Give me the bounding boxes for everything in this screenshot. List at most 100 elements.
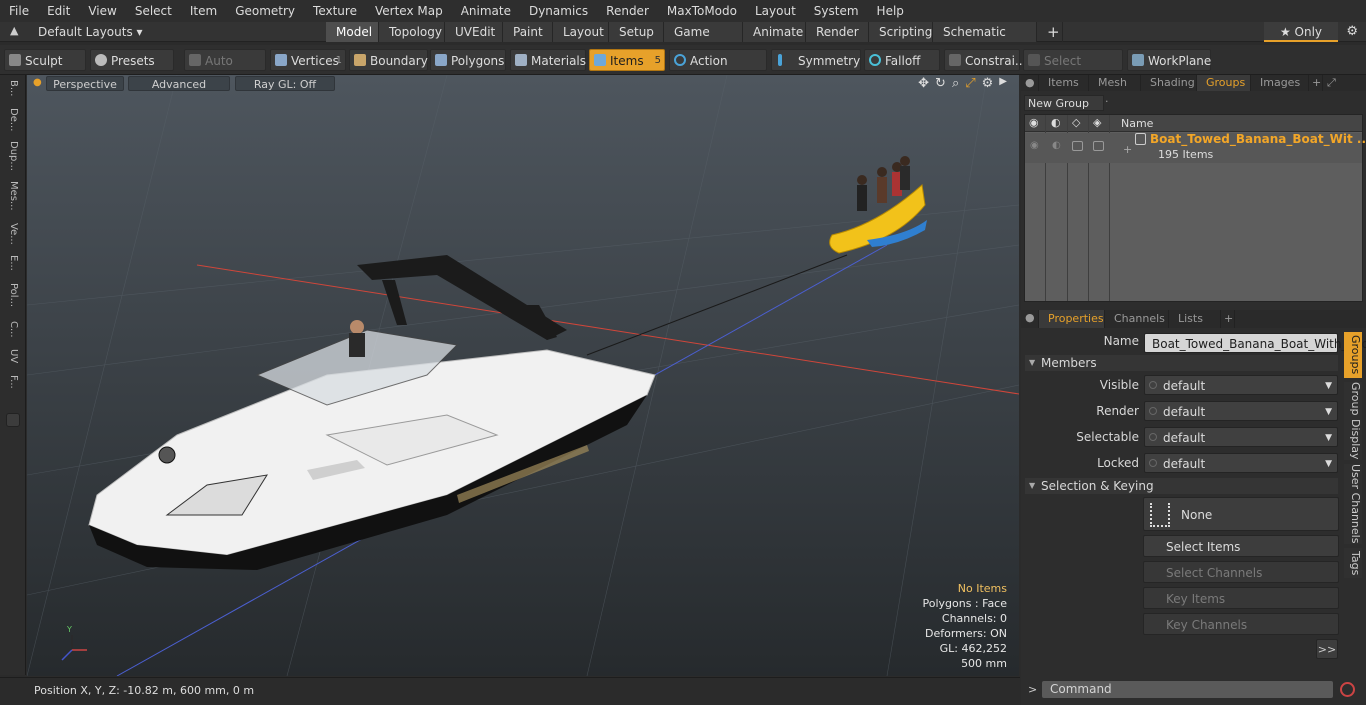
tab-groups[interactable]: Groups [1197,75,1251,91]
record-icon[interactable] [1340,682,1355,697]
group-name-input[interactable]: Boat_Towed_Banana_Boat_With_Peo [1144,333,1366,353]
tab-lists[interactable]: Lists [1169,310,1221,328]
menu-file[interactable]: File [0,0,38,22]
tab-model[interactable]: Model [326,22,379,42]
constraints-button[interactable]: Constrai... [944,49,1026,71]
visible-dropdown[interactable]: default ▼ [1144,375,1338,395]
add-panel-tab-button[interactable]: + [1309,75,1323,91]
render-dropdown[interactable]: default ▼ [1144,401,1338,421]
left-tab-basic[interactable]: B... [5,80,19,96]
selection-keying-section[interactable]: ▼ Selection & Keying [1025,478,1338,494]
view-mode-button[interactable]: Perspective [46,76,124,91]
none-button[interactable]: None [1143,497,1339,531]
expand-row-icon[interactable]: + [1123,143,1132,156]
menu-select[interactable]: Select [126,0,181,22]
menu-view[interactable]: View [79,0,125,22]
gear-icon[interactable]: ⚙ [1346,24,1358,39]
eye-visibility-icon[interactable]: ◉ [1029,116,1039,129]
left-tab-deform[interactable]: De... [5,108,19,131]
side-tab-groups[interactable]: Groups [1344,332,1362,378]
left-tab-uv[interactable]: UV [5,349,19,363]
selectable-dropdown[interactable]: default ▼ [1144,427,1338,447]
menu-layout[interactable]: Layout [746,0,805,22]
items-button[interactable]: Items 5 [589,49,665,71]
move-view-icon[interactable]: ✥ [918,76,929,91]
left-tab-duplicate[interactable]: Dup... [5,141,19,171]
menu-texture[interactable]: Texture [304,0,366,22]
row-eye-icon[interactable]: ◉ [1030,140,1039,151]
row-select-checkbox[interactable] [1072,141,1083,151]
lock-cube-icon[interactable]: ◈ [1093,116,1101,129]
tab-render[interactable]: Render [806,22,869,42]
render-icon[interactable]: ◐ [1051,116,1061,129]
boundary-button[interactable]: Boundary [349,49,428,71]
new-group-button[interactable]: New Group [1024,95,1104,111]
menu-geometry[interactable]: Geometry [226,0,304,22]
select-cube-icon[interactable]: ◇ [1072,116,1080,129]
symmetry-button[interactable]: Symmetry [771,49,861,71]
tab-animate[interactable]: Animate [743,22,806,42]
command-input[interactable]: Command [1042,681,1333,698]
select-through-button[interactable]: Select Through [1023,49,1123,90]
row-render-icon[interactable]: ◐ [1052,140,1061,151]
viewport-settings-icon[interactable]: ⚙ [982,76,994,91]
left-tab-curve[interactable]: C... [5,321,19,338]
left-tab-fusion[interactable]: F... [5,375,19,389]
more-button[interactable]: >> [1316,639,1338,659]
menu-system[interactable]: System [805,0,868,22]
raygl-toggle[interactable]: Ray GL: Off [235,76,335,91]
left-tab-mesh[interactable]: Mes... [5,181,19,211]
add-tab-button[interactable]: + [1037,22,1063,42]
tab-mesh[interactable]: Mesh ... [1089,75,1141,105]
auto-select-button[interactable]: Auto Select [184,49,266,90]
expand-panel-icon[interactable]: ⤢ [1323,75,1343,91]
tab-shading[interactable]: Shading [1141,75,1197,91]
row-lock-checkbox[interactable] [1093,141,1104,151]
key-channels-button[interactable]: Key Channels [1143,613,1339,635]
tab-items[interactable]: Items [1039,75,1089,91]
key-items-button[interactable]: Key Items [1143,587,1339,609]
polygons-button[interactable]: Polygons [430,49,506,71]
menu-vertex-map[interactable]: Vertex Map [366,0,452,22]
falloff-button[interactable]: Falloff [864,49,940,71]
fit-view-icon[interactable]: ⤢ [965,76,975,91]
panel-menu-dot-icon[interactable]: ● [1021,75,1039,91]
tab-images[interactable]: Images [1251,75,1309,91]
tab-scripting[interactable]: Scripting [869,22,933,42]
sculpt-button[interactable]: Sculpt [4,49,86,71]
viewport-more-icon[interactable]: ▶ [999,76,1007,91]
menu-help[interactable]: Help [868,0,913,22]
left-tab-edge[interactable]: E... [5,255,19,271]
shading-mode-button[interactable]: Advanced [128,76,230,91]
group-row[interactable]: ◉ ◐ + Boat_Towed_Banana_Boat_Wit ... 195… [1025,132,1366,163]
left-tab-vertex[interactable]: Ve... [5,223,19,245]
tab-setup[interactable]: Setup [609,22,664,42]
tab-channels[interactable]: Channels [1105,310,1169,328]
select-channels-button[interactable]: Select Channels [1143,561,1339,583]
add-props-tab-button[interactable]: + [1221,310,1235,328]
menu-animate[interactable]: Animate [452,0,520,22]
locked-dropdown[interactable]: default ▼ [1144,453,1338,473]
layout-selector[interactable]: Default Layouts ▾ [38,22,143,42]
tab-topology[interactable]: Topology [379,22,445,42]
side-tab-user-channels[interactable]: User Channels [1344,464,1362,544]
tab-game-tools[interactable]: Game Tools [664,22,743,59]
zoom-view-icon[interactable]: ⌕ [952,76,959,91]
menu-maxtomodo[interactable]: MaxToModo [658,0,746,22]
side-tab-tags[interactable]: Tags [1344,548,1362,578]
vertices-button[interactable]: Vertices 1 [270,49,346,71]
members-section[interactable]: ▼ Members [1025,355,1338,371]
menu-edit[interactable]: Edit [38,0,79,22]
tab-uvedit[interactable]: UVEdit [445,22,503,42]
menu-render[interactable]: Render [597,0,658,22]
tab-paint[interactable]: Paint [503,22,553,42]
rotate-view-icon[interactable]: ↻ [935,76,946,91]
select-items-button[interactable]: Select Items [1143,535,1339,557]
tab-schematic-fusion[interactable]: Schematic Fusion [933,22,1037,59]
menu-item[interactable]: Item [181,0,226,22]
materials-button[interactable]: Materials [510,49,586,71]
left-tab-polygon[interactable]: Pol... [5,283,19,307]
only-toggle[interactable]: ★ Only [1264,22,1338,42]
props-menu-dot-icon[interactable]: ● [1021,310,1039,328]
tab-layout[interactable]: Layout [553,22,609,42]
